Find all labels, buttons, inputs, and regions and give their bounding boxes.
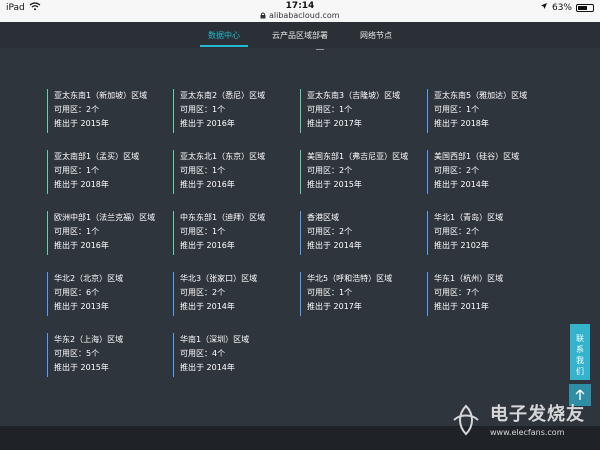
region-launch: 推出于 2018年: [434, 119, 489, 128]
region-launch: 推出于 2014年: [180, 302, 235, 311]
region-item: 华北3（张家口）区域 可用区：2个 推出于 2014年: [173, 272, 257, 316]
status-right: 63%: [540, 2, 594, 13]
time-text: 17:14: [285, 1, 315, 11]
watermark-cn: 电子发烧友: [490, 404, 585, 425]
region-zones: 可用区：7个: [434, 288, 480, 297]
contact-us-button[interactable]: 联系我们: [570, 324, 590, 380]
region-item: 香港区域 可用区：2个 推出于 2014年: [300, 211, 362, 255]
lock-icon: [260, 11, 269, 20]
region-name: 欧洲中部1（法兰克福）区域: [54, 213, 156, 222]
region-item: 华东2（上海）区域 可用区：5个 推出于 2015年: [47, 333, 123, 377]
region-item: 亚太东南5（雅加达）区域 可用区：1个 推出于 2018年: [427, 89, 527, 133]
region-launch: 推出于 2018年: [54, 180, 109, 189]
region-name: 香港区域: [307, 213, 339, 222]
region-name: 亚太东南3（吉隆坡）区域: [307, 91, 401, 100]
region-launch: 推出于 2017年: [307, 119, 362, 128]
region-name: 亚太东南5（雅加达）区域: [434, 91, 528, 100]
watermark-en: www.elecfans.com: [490, 428, 565, 437]
region-name: 亚太南部1（孟买）区域: [54, 152, 140, 161]
region-name: 亚太东南2（悉尼）区域: [180, 91, 266, 100]
battery-icon: [576, 3, 594, 12]
region-zones: 可用区：1个: [434, 105, 480, 114]
region-zones: 可用区：1个: [180, 105, 226, 114]
divider-mark: [316, 49, 324, 56]
region-item: 华北1（青岛）区域 可用区：2个 推出于 2102年: [427, 211, 503, 255]
top-nav: 数据中心 云产品区域部署 网络节点: [0, 22, 600, 48]
region-launch: 推出于 2015年: [307, 180, 362, 189]
battery-fill: [578, 5, 587, 10]
region-name: 美国西部1（硅谷）区域: [434, 152, 520, 161]
region-zones: 可用区：2个: [180, 288, 226, 297]
region-zones: 可用区：1个: [307, 288, 353, 297]
region-name: 华北3（张家口）区域: [180, 274, 258, 283]
region-zones: 可用区：5个: [54, 349, 100, 358]
region-zones: 可用区：4个: [180, 349, 226, 358]
battery-percent: 63%: [551, 2, 572, 13]
region-zones: 可用区：2个: [307, 166, 353, 175]
tab-cloud-product-regions[interactable]: 云产品区域部署: [270, 22, 330, 47]
region-launch: 推出于 2102年: [434, 241, 489, 250]
region-zones: 可用区：1个: [54, 227, 100, 236]
url-text[interactable]: alibabacloud.com: [0, 11, 600, 20]
watermark-logo-icon: [448, 402, 484, 438]
region-item: 中东东部1（迪拜）区域 可用区：1个 推出于 2016年: [173, 211, 265, 255]
region-name: 中东东部1（迪拜）区域: [180, 213, 266, 222]
region-launch: 推出于 2017年: [307, 302, 362, 311]
region-item: 华北2（北京）区域 可用区：6个 推出于 2013年: [47, 272, 123, 316]
region-zones: 可用区：2个: [307, 227, 353, 236]
region-item: 亚太东南3（吉隆坡）区域 可用区：1个 推出于 2017年: [300, 89, 400, 133]
region-name: 华东2（上海）区域: [54, 335, 124, 344]
region-launch: 推出于 2016年: [180, 180, 235, 189]
region-zones: 可用区：2个: [434, 166, 480, 175]
region-zones: 可用区：2个: [434, 227, 480, 236]
region-name: 华南1（深圳）区域: [180, 335, 250, 344]
region-name: 美国东部1（弗吉尼亚）区域: [307, 152, 409, 161]
region-name: 亚太东南1（新加坡）区域: [54, 91, 148, 100]
region-item: 亚太东南1（新加坡）区域 可用区：2个 推出于 2015年: [47, 89, 147, 133]
region-name: 亚太东北1（东京）区域: [180, 152, 266, 161]
region-launch: 推出于 2014年: [307, 241, 362, 250]
region-item: 华东1（杭州）区域 可用区：7个 推出于 2011年: [427, 272, 503, 316]
region-zones: 可用区：2个: [54, 105, 100, 114]
tab-network-nodes[interactable]: 网络节点: [358, 22, 394, 47]
region-zones: 可用区：1个: [180, 227, 226, 236]
region-launch: 推出于 2015年: [54, 363, 109, 372]
region-item: 华北5（呼和浩特）区域 可用区：1个 推出于 2017年: [300, 272, 392, 316]
region-name: 华北5（呼和浩特）区域: [307, 274, 393, 283]
region-zones: 可用区：1个: [180, 166, 226, 175]
location-icon: [540, 2, 548, 13]
url-label: alibabacloud.com: [268, 11, 340, 20]
region-item: 美国东部1（弗吉尼亚）区域 可用区：2个 推出于 2015年: [300, 150, 408, 194]
region-launch: 推出于 2014年: [434, 180, 489, 189]
contact-us-label: 联系我们: [576, 334, 584, 376]
region-launch: 推出于 2016年: [180, 119, 235, 128]
region-item: 亚太东南2（悉尼）区域 可用区：1个 推出于 2016年: [173, 89, 265, 133]
region-launch: 推出于 2016年: [180, 241, 235, 250]
region-zones: 可用区：6个: [54, 288, 100, 297]
region-name: 华北1（青岛）区域: [434, 213, 504, 222]
region-launch: 推出于 2014年: [180, 363, 235, 372]
region-zones: 可用区：1个: [307, 105, 353, 114]
region-launch: 推出于 2011年: [434, 302, 489, 311]
region-item: 亚太南部1（孟买）区域 可用区：1个 推出于 2018年: [47, 150, 139, 194]
region-item: 华南1（深圳）区域 可用区：4个 推出于 2014年: [173, 333, 249, 377]
region-launch: 推出于 2016年: [54, 241, 109, 250]
region-zones: 可用区：1个: [54, 166, 100, 175]
region-name: 华北2（北京）区域: [54, 274, 124, 283]
region-item: 亚太东北1（东京）区域 可用区：1个 推出于 2016年: [173, 150, 265, 194]
region-name: 华东1（杭州）区域: [434, 274, 504, 283]
watermark: 电子发烧友 www.elecfans.com: [448, 398, 594, 442]
region-item: 美国西部1（硅谷）区域 可用区：2个 推出于 2014年: [427, 150, 519, 194]
tabs: 数据中心 云产品区域部署 网络节点: [0, 22, 600, 47]
region-launch: 推出于 2013年: [54, 302, 109, 311]
region-item: 欧洲中部1（法兰克福）区域 可用区：1个 推出于 2016年: [47, 211, 155, 255]
region-launch: 推出于 2015年: [54, 119, 109, 128]
tab-data-center[interactable]: 数据中心: [200, 22, 248, 47]
status-bar: iPad 17:14 alibabacloud.com 63%: [0, 0, 600, 22]
